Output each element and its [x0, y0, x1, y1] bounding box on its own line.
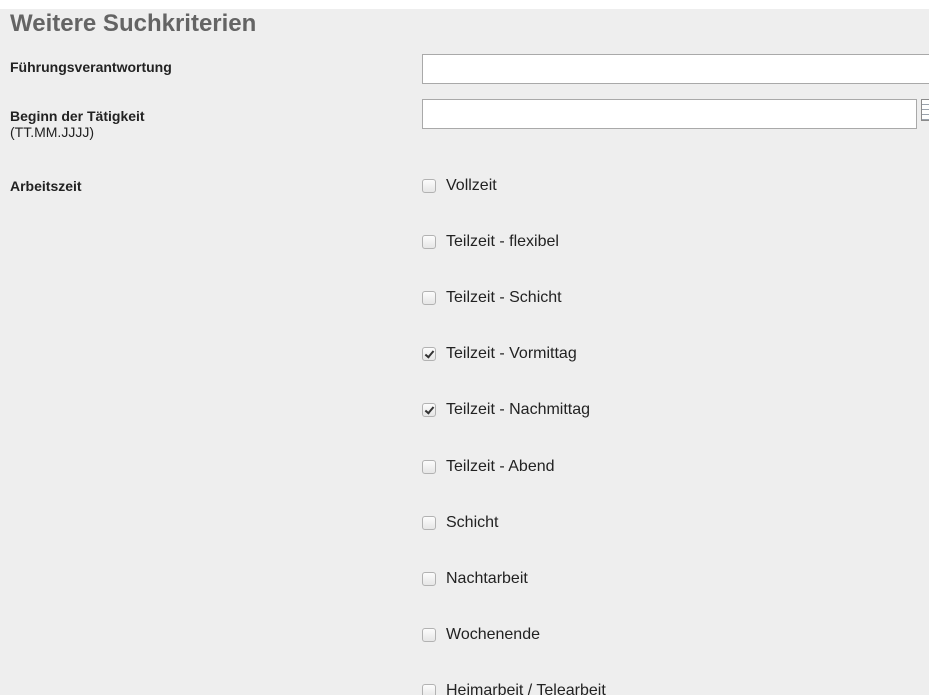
leadership-label: Führungsverantwortung — [10, 59, 172, 75]
working-time-label: Arbeitszeit — [10, 178, 82, 194]
checkbox[interactable] — [422, 347, 436, 361]
checkbox[interactable] — [422, 235, 436, 249]
calendar-icon[interactable] — [921, 99, 929, 121]
option-nachtarbeit[interactable]: Nachtarbeit — [422, 568, 528, 590]
option-teilzeit-vormittag[interactable]: Teilzeit - Vormittag — [422, 343, 577, 365]
option-label: Heimarbeit / Telearbeit — [446, 682, 606, 695]
option-label: Schicht — [446, 514, 499, 531]
search-criteria-panel: Weitere Suchkriterien Führungsverantwort… — [0, 9, 929, 695]
option-teilzeit-flexibel[interactable]: Teilzeit - flexibel — [422, 231, 559, 253]
option-label: Teilzeit - Abend — [446, 458, 555, 475]
option-label: Teilzeit - flexibel — [446, 233, 559, 250]
option-label: Vollzeit — [446, 177, 497, 194]
checkbox[interactable] — [422, 628, 436, 642]
checkbox[interactable] — [422, 460, 436, 474]
checkbox[interactable] — [422, 179, 436, 193]
option-vollzeit[interactable]: Vollzeit — [422, 175, 497, 197]
leadership-input[interactable] — [422, 54, 929, 84]
checkbox[interactable] — [422, 684, 436, 695]
start-date-input[interactable] — [422, 99, 917, 129]
option-teilzeit-schicht[interactable]: Teilzeit - Schicht — [422, 287, 562, 309]
option-schicht[interactable]: Schicht — [422, 512, 498, 534]
section-title: Weitere Suchkriterien — [10, 10, 257, 37]
option-teilzeit-abend[interactable]: Teilzeit - Abend — [422, 456, 555, 478]
start-date-label: Beginn der Tätigkeit — [10, 108, 145, 124]
option-label: Nachtarbeit — [446, 570, 528, 587]
checkbox[interactable] — [422, 516, 436, 530]
option-label: Teilzeit - Schicht — [446, 289, 562, 306]
checkbox[interactable] — [422, 403, 436, 417]
checkbox[interactable] — [422, 291, 436, 305]
checkbox[interactable] — [422, 572, 436, 586]
start-date-format-hint: (TT.MM.JJJJ) — [10, 124, 94, 140]
option-label: Teilzeit - Vormittag — [446, 345, 577, 362]
option-teilzeit-nachmittag[interactable]: Teilzeit - Nachmittag — [422, 399, 590, 421]
option-wochenende[interactable]: Wochenende — [422, 624, 540, 646]
option-label: Teilzeit - Nachmittag — [446, 401, 591, 418]
option-label: Wochenende — [446, 626, 540, 643]
option-heimarbeit-telearbeit[interactable]: Heimarbeit / Telearbeit — [422, 680, 606, 695]
